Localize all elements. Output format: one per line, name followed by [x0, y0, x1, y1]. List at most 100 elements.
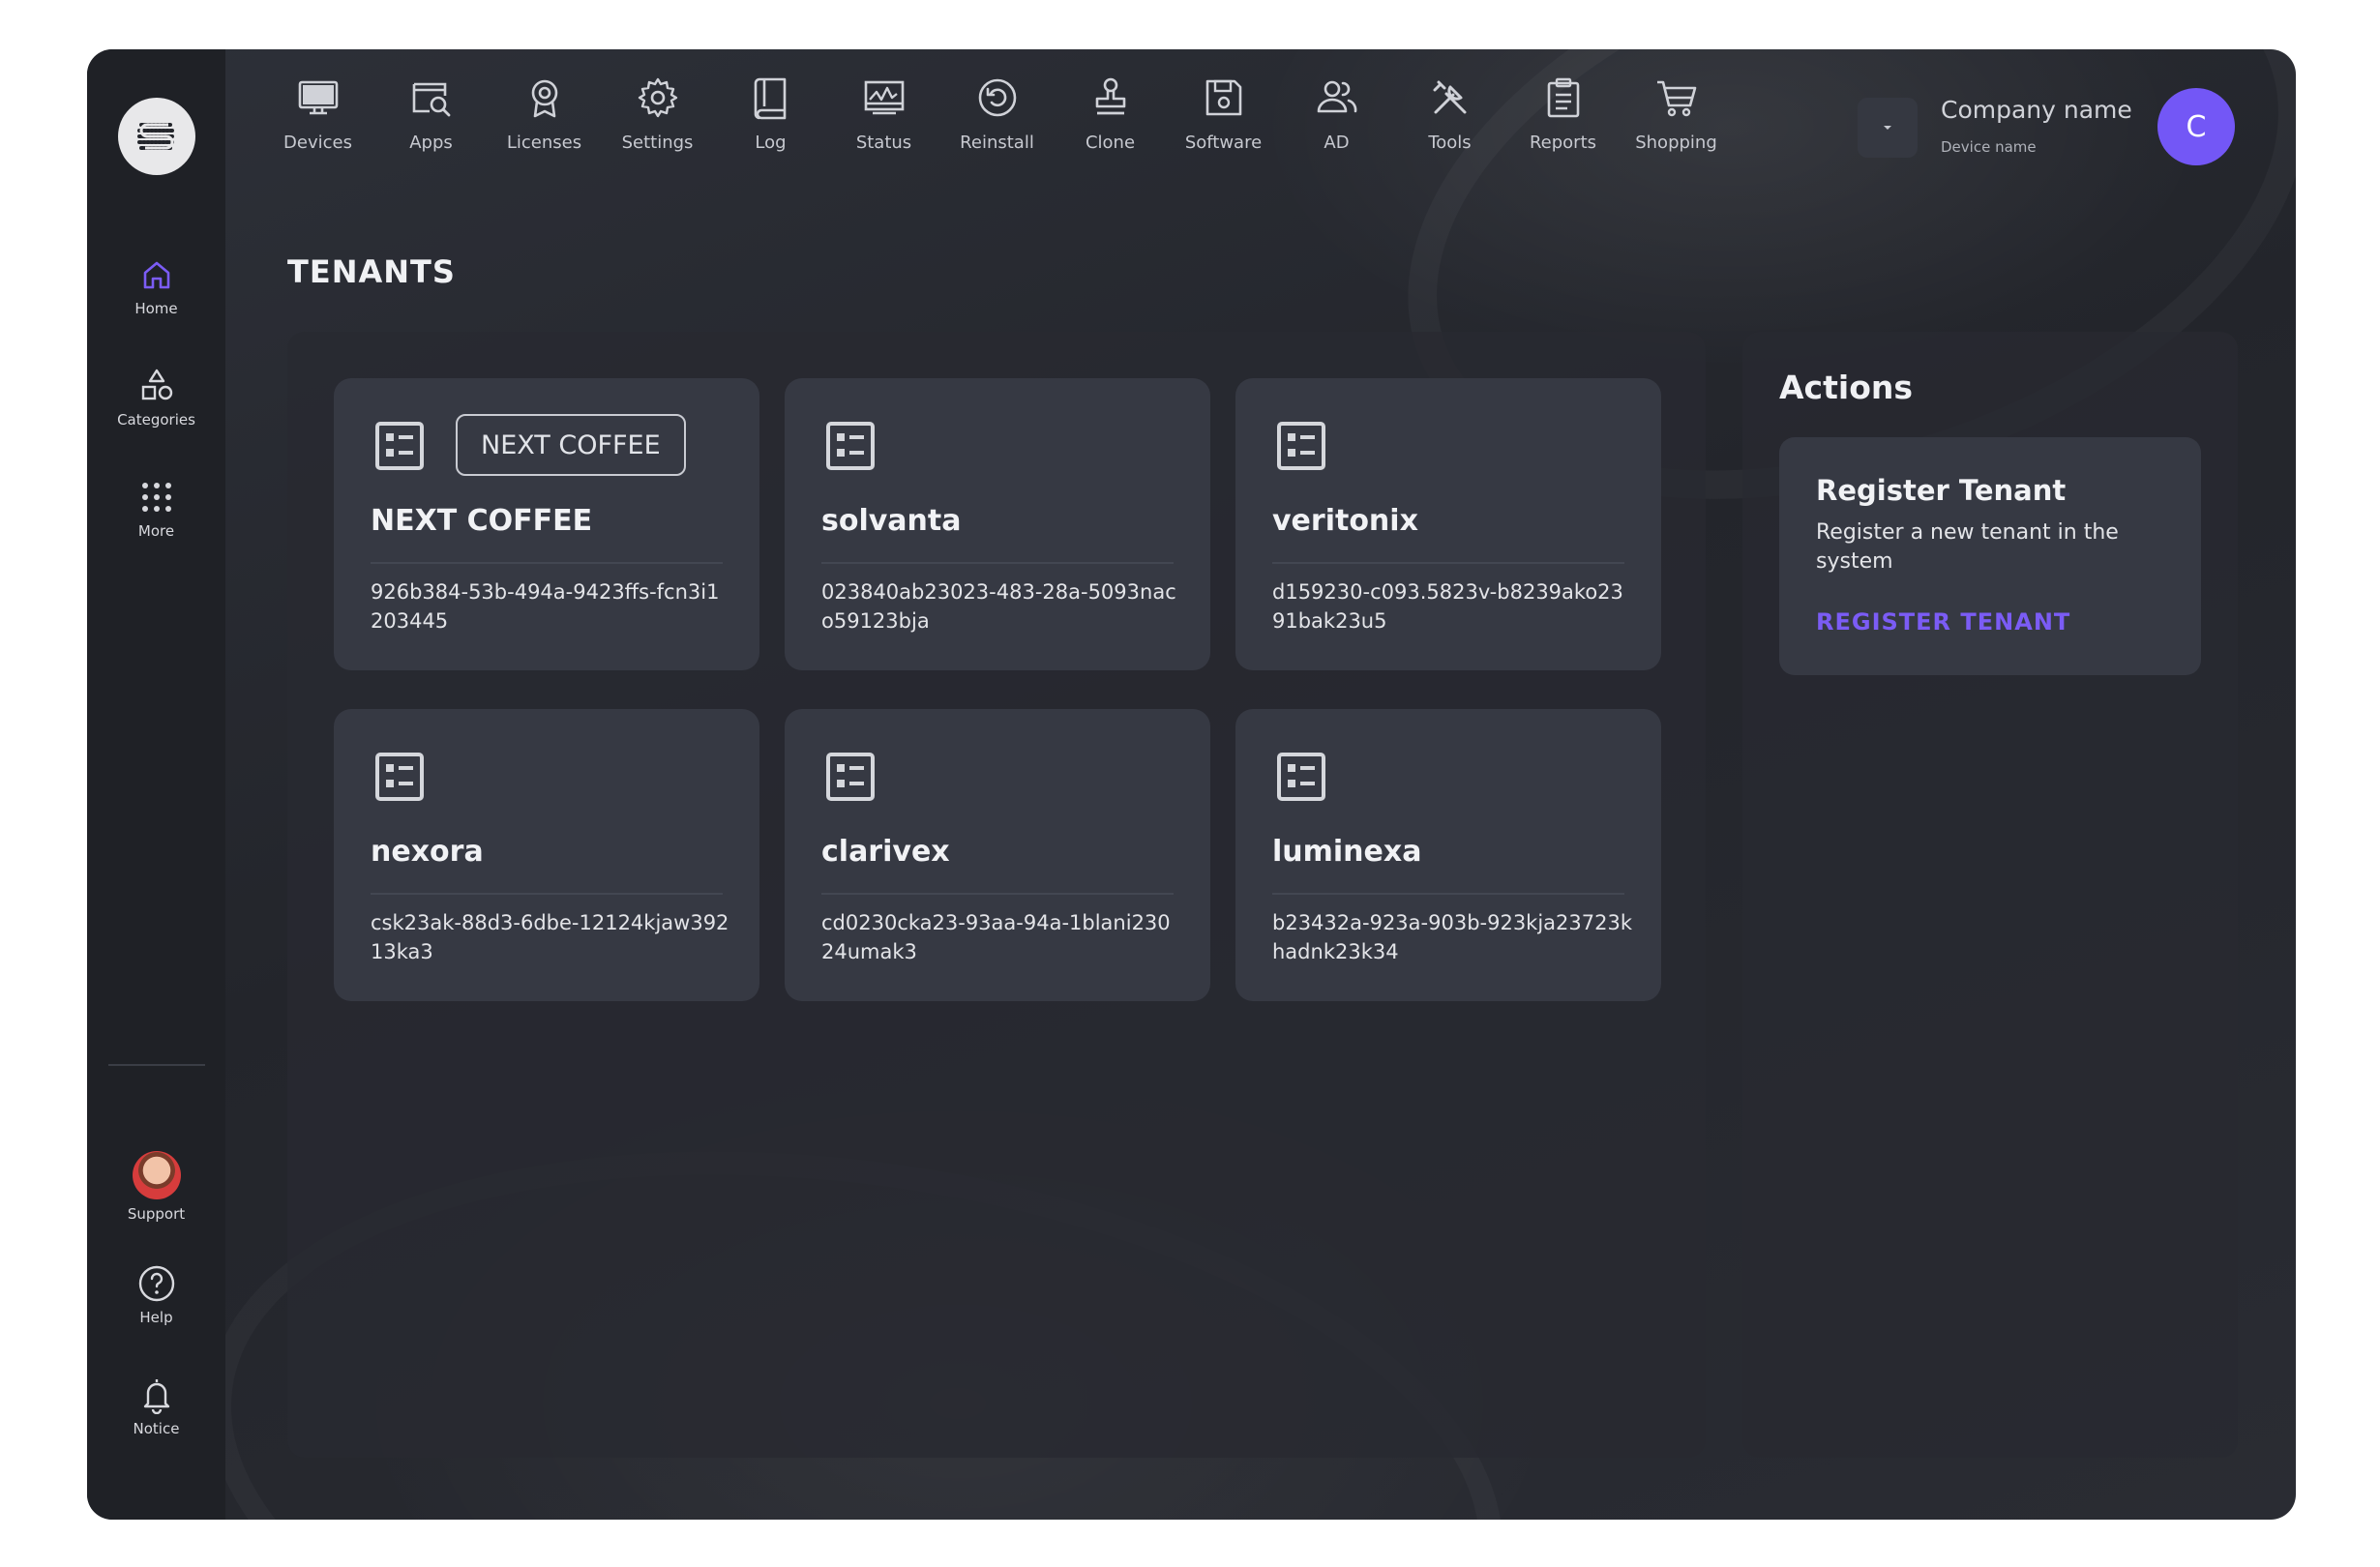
register-tenant-link[interactable]: REGISTER TENANT — [1816, 608, 2070, 636]
app-window: Home Categories More Support Help Notice… — [87, 49, 2296, 1520]
register-tenant-description: Register a new tenant in the system — [1816, 520, 2119, 574]
sidebar-item-label: Categories — [117, 411, 195, 429]
nav-licenses[interactable]: Licenses — [488, 74, 601, 181]
reinstall-icon — [978, 78, 1016, 117]
nav-log[interactable]: Log — [714, 74, 827, 181]
nav-label: Clone — [1085, 133, 1136, 153]
apps-search-icon — [412, 82, 450, 117]
card-divider — [1272, 562, 1624, 564]
nav-reinstall[interactable]: Reinstall — [940, 74, 1054, 181]
bell-icon — [143, 1379, 169, 1414]
help-icon — [138, 1265, 174, 1302]
sidebar-item-categories[interactable]: Categories — [87, 367, 225, 429]
support-avatar — [132, 1151, 181, 1199]
app-logo[interactable] — [118, 98, 195, 175]
nav-ad[interactable]: AD — [1280, 74, 1393, 181]
tenant-id: b23432a-923a-903b-923kja23723k hadnk23k3… — [1272, 911, 1633, 963]
status-chart-icon — [864, 80, 904, 115]
nav-clone[interactable]: Clone — [1054, 74, 1167, 181]
sidebar-item-label: Support — [127, 1205, 186, 1223]
user-avatar[interactable]: C — [2157, 88, 2235, 165]
card-divider — [1272, 893, 1624, 895]
logo-mark-icon — [137, 123, 176, 150]
tenant-list-icon — [375, 753, 424, 801]
account-dropdown-button[interactable] — [1858, 98, 1918, 158]
sidebar-item-home[interactable]: Home — [87, 255, 225, 317]
nav-label: Settings — [621, 133, 694, 153]
card-divider — [821, 893, 1174, 895]
nav-reports[interactable]: Reports — [1506, 74, 1620, 181]
tenant-name: clarivex — [821, 835, 950, 869]
home-icon — [143, 261, 169, 289]
sidebar-divider — [108, 1064, 205, 1066]
sidebar-item-support[interactable]: Support — [87, 1151, 225, 1223]
tools-icon — [1433, 80, 1466, 114]
tenant-tag: NEXT COFFEE — [456, 414, 686, 476]
tenant-card[interactable]: solvanta 023840ab23023-483-28a-5093nac o… — [785, 378, 1210, 670]
book-icon — [754, 77, 786, 120]
card-divider — [371, 562, 723, 564]
tenant-id: 926b384-53b-494a-9423ffs-fcn3i1203445 — [371, 580, 720, 633]
cart-icon — [1656, 80, 1696, 117]
tenant-name: solvanta — [821, 504, 962, 538]
nav-software[interactable]: Software — [1167, 74, 1280, 181]
tenants-panel: NEXT COFFEE NEXT COFFEE 926b384-53b-494a… — [287, 332, 1706, 1458]
sidebar-item-notice[interactable]: Notice — [87, 1375, 225, 1437]
gear-icon — [638, 77, 677, 118]
top-navigation: Devices Apps Licenses Settings Log Statu… — [261, 74, 1733, 181]
nav-label: Shopping — [1635, 133, 1717, 153]
tenant-id: 023840ab23023-483-28a-5093nac o59123bja — [821, 580, 1176, 633]
nav-label: Log — [755, 133, 787, 153]
nav-label: Apps — [409, 133, 453, 153]
tenant-card[interactable]: nexora csk23ak-88d3-6dbe-12124kjaw392 13… — [334, 709, 759, 1001]
nav-apps[interactable]: Apps — [374, 74, 488, 181]
register-tenant-card: Register Tenant Register a new tenant in… — [1779, 437, 2201, 675]
tenant-card[interactable]: veritonix d159230-c093.5823v-b8239ako239… — [1235, 378, 1661, 670]
sidebar-item-label: Notice — [133, 1420, 180, 1437]
nav-label: Status — [855, 133, 912, 153]
tenant-name: NEXT COFFEE — [371, 504, 593, 538]
nav-tools[interactable]: Tools — [1393, 74, 1506, 181]
award-icon — [531, 79, 557, 118]
sidebar-item-label: Help — [139, 1309, 173, 1326]
company-name: Company name — [1941, 96, 2132, 124]
more-dots-icon — [141, 483, 171, 512]
left-sidebar: Home Categories More Support Help Notice — [87, 49, 225, 1520]
card-divider — [371, 893, 723, 895]
categories-icon — [141, 369, 172, 400]
tenant-id: csk23ak-88d3-6dbe-12124kjaw392 13ka3 — [371, 911, 729, 963]
nav-settings[interactable]: Settings — [601, 74, 714, 181]
nav-label: Software — [1184, 133, 1263, 153]
users-icon — [1317, 80, 1356, 113]
nav-label: Reports — [1529, 133, 1597, 153]
sidebar-item-more[interactable]: More — [87, 478, 225, 540]
sidebar-item-label: More — [137, 522, 175, 540]
tenant-list-icon — [1277, 422, 1325, 470]
nav-status[interactable]: Status — [827, 74, 940, 181]
tenant-name: nexora — [371, 835, 484, 869]
tenant-name: luminexa — [1272, 835, 1422, 869]
nav-label: Devices — [283, 133, 352, 153]
tenant-list-icon — [1277, 753, 1325, 801]
tenant-id: d159230-c093.5823v-b8239ako2391bak23u5 — [1272, 580, 1623, 633]
nav-label: AD — [1324, 133, 1350, 153]
save-icon — [1205, 79, 1241, 116]
tenant-name: veritonix — [1272, 504, 1418, 538]
tenant-card[interactable]: luminexa b23432a-923a-903b-923kja23723k … — [1235, 709, 1661, 1001]
actions-panel: Actions Register Tenant Register a new t… — [1742, 332, 2238, 1458]
register-tenant-title: Register Tenant — [1816, 474, 2067, 507]
tenant-card[interactable]: clarivex cd0230cka23-93aa-94a-1blani230 … — [785, 709, 1210, 1001]
nav-label: Licenses — [506, 133, 582, 153]
nav-devices[interactable]: Devices — [261, 74, 374, 181]
tenant-list-icon — [826, 753, 875, 801]
tenant-card[interactable]: NEXT COFFEE NEXT COFFEE 926b384-53b-494a… — [334, 378, 759, 670]
sidebar-item-help[interactable]: Help — [87, 1264, 225, 1326]
nav-label: Reinstall — [960, 133, 1034, 153]
tenant-id: cd0230cka23-93aa-94a-1blani230 24umak3 — [821, 911, 1171, 963]
nav-shopping[interactable]: Shopping — [1620, 74, 1733, 181]
chevron-down-icon — [1884, 126, 1891, 130]
actions-title: Actions — [1779, 369, 1913, 406]
device-name: Device name — [1941, 138, 2037, 156]
sidebar-item-label: Home — [134, 300, 178, 317]
tenant-list-icon — [375, 422, 424, 470]
